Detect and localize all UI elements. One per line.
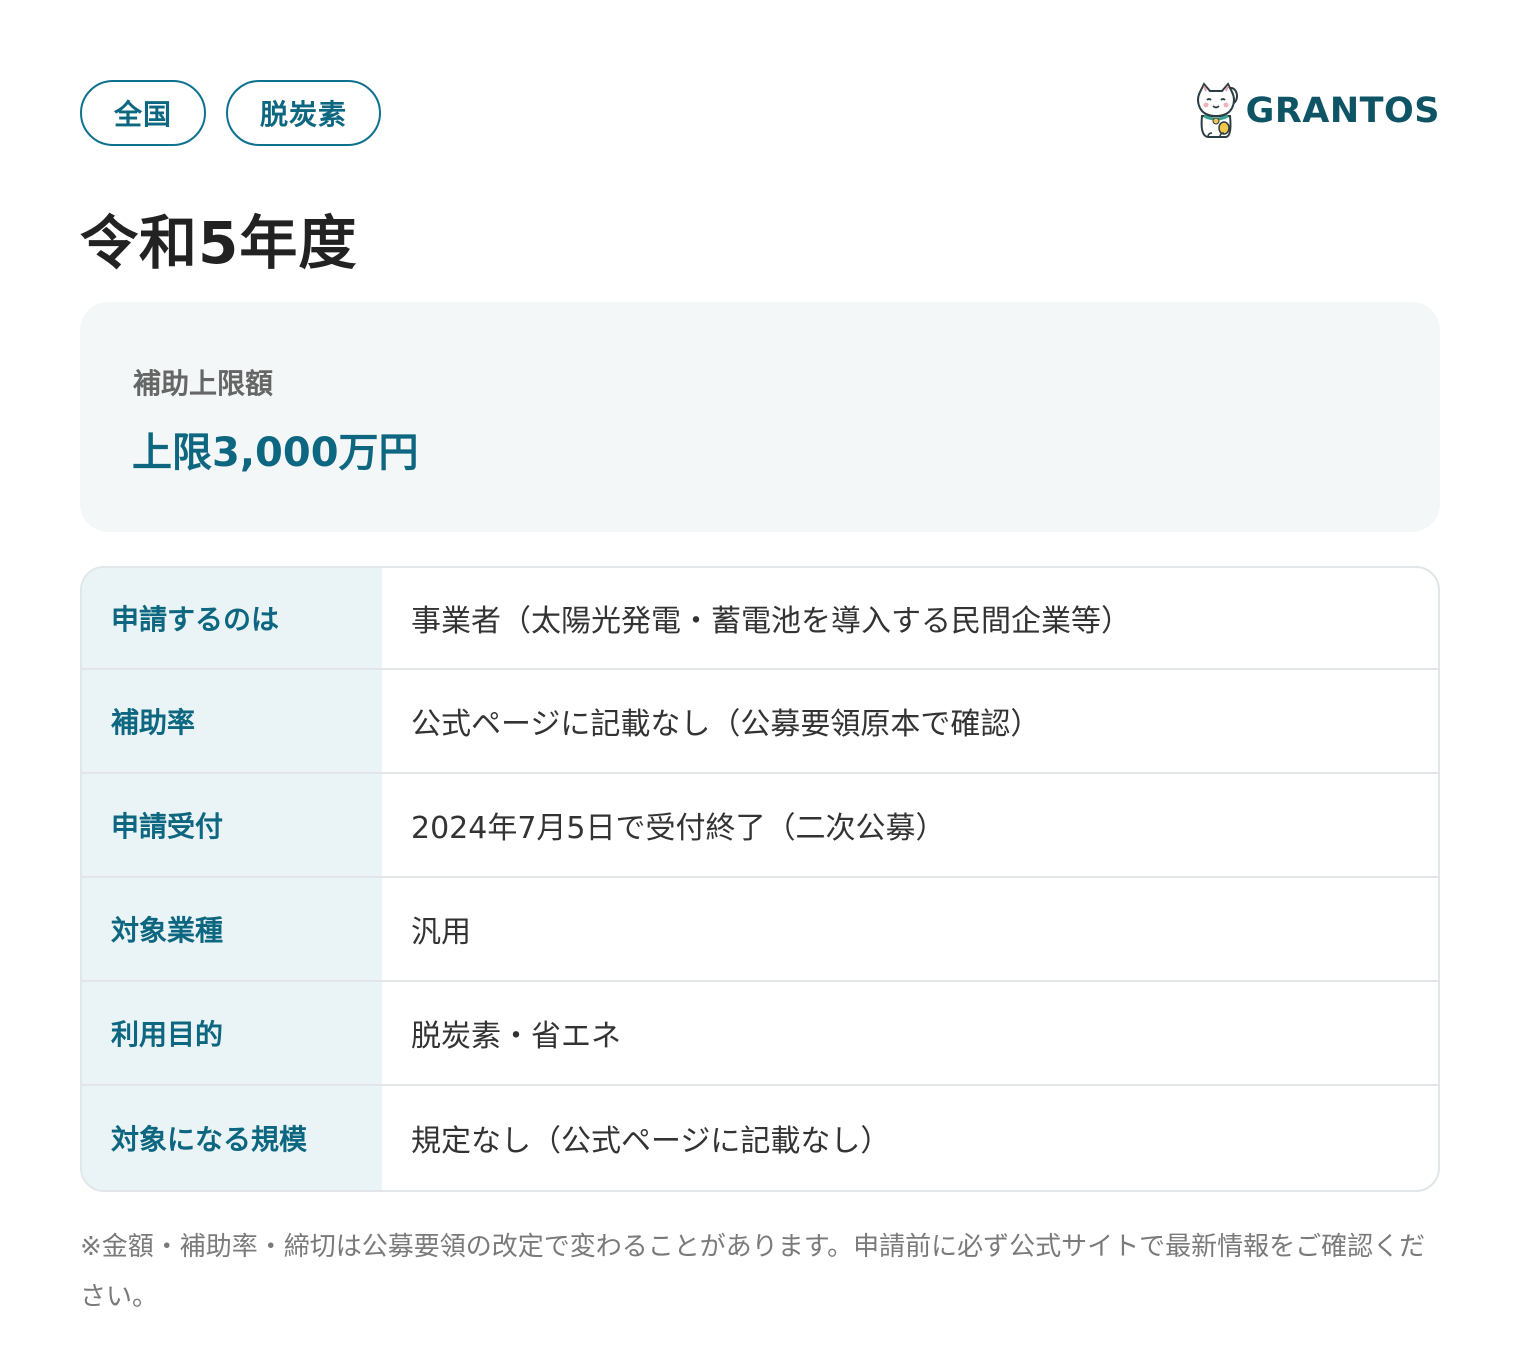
brand-logo[interactable]: GRANTOS xyxy=(1194,82,1440,140)
row-value: 脱炭素・省エネ xyxy=(411,1019,621,1054)
tag-category[interactable]: 脱炭素 xyxy=(226,80,382,146)
row-value: 規定なし（公式ページに記載なし） xyxy=(411,1124,891,1159)
row-label: 申請するのは xyxy=(82,568,382,668)
maneki-neko-cat-icon xyxy=(1194,82,1238,140)
details-row-application-period: 申請受付 2024年7月5日で受付終了（二次公募） xyxy=(82,774,1438,878)
details-row-subsidy-rate: 補助率 公式ページに記載なし（公募要領原本で確認） xyxy=(82,670,1438,774)
details-row-purpose: 利用目的 脱炭素・省エネ xyxy=(82,982,1438,1086)
brand-name: GRANTOS xyxy=(1245,91,1440,131)
amount-card: 補助上限額 上限3,000万円 xyxy=(80,302,1440,532)
details-table: 申請するのは 事業者（太陽光発電・蓄電池を導入する民間企業等） 補助率 公式ペー… xyxy=(80,566,1440,1192)
row-value: 公式ページに記載なし（公募要領原本で確認） xyxy=(411,707,1041,742)
details-row-industry: 対象業種 汎用 xyxy=(82,878,1438,982)
row-label: 補助率 xyxy=(82,670,382,772)
row-value: 汎用 xyxy=(411,915,471,950)
tag-list: 全国 脱炭素 xyxy=(80,80,382,146)
amount-label: 補助上限額 xyxy=(133,367,274,400)
details-row-applicant: 申請するのは 事業者（太陽光発電・蓄電池を導入する民間企業等） xyxy=(82,568,1438,670)
details-row-scale: 対象になる規模 規定なし（公式ページに記載なし） xyxy=(82,1086,1438,1190)
page-title: 令和5年度 xyxy=(80,209,358,277)
row-value: 事業者（太陽光発電・蓄電池を導入する民間企業等） xyxy=(411,604,1131,639)
row-label: 対象になる規模 xyxy=(82,1086,382,1190)
row-label: 対象業種 xyxy=(82,878,382,980)
row-label: 利用目的 xyxy=(82,982,382,1084)
row-value: 2024年7月5日で受付終了（二次公募） xyxy=(411,811,946,846)
row-label: 申請受付 xyxy=(82,774,382,876)
disclaimer-note: ※金額・補助率・締切は公募要領の改定で変わることがあります。申請前に必ず公式サイ… xyxy=(80,1232,1426,1312)
tag-region[interactable]: 全国 xyxy=(80,80,207,146)
amount-value: 上限3,000万円 xyxy=(132,430,419,476)
